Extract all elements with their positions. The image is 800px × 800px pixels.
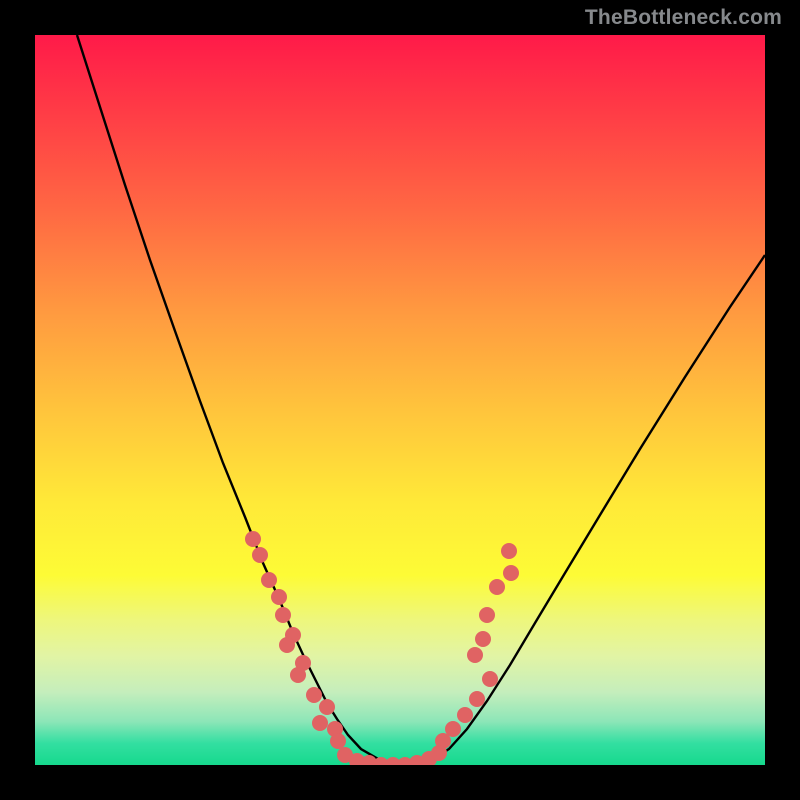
- data-point: [475, 631, 491, 647]
- bottleneck-chart: [35, 35, 765, 765]
- data-point: [503, 565, 519, 581]
- data-point: [482, 671, 498, 687]
- data-point: [290, 667, 306, 683]
- bottleneck-curve: [77, 35, 765, 765]
- data-point: [457, 707, 473, 723]
- data-point: [261, 572, 277, 588]
- data-point: [469, 691, 485, 707]
- watermark-text: TheBottleneck.com: [585, 6, 782, 30]
- scatter-dots: [245, 531, 519, 765]
- data-point: [312, 715, 328, 731]
- data-point: [271, 589, 287, 605]
- data-point: [275, 607, 291, 623]
- data-point: [319, 699, 335, 715]
- data-point: [489, 579, 505, 595]
- data-point: [431, 745, 447, 761]
- data-point: [279, 637, 295, 653]
- data-point: [306, 687, 322, 703]
- data-point: [245, 531, 261, 547]
- data-point: [501, 543, 517, 559]
- data-point: [479, 607, 495, 623]
- data-point: [252, 547, 268, 563]
- data-point: [330, 733, 346, 749]
- data-point: [467, 647, 483, 663]
- data-point: [445, 721, 461, 737]
